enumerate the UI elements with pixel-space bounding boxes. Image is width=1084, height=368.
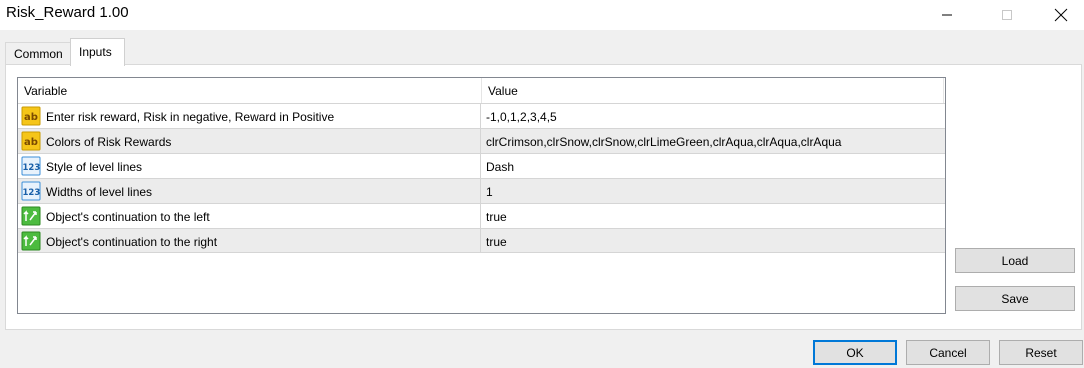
variable-label: Object's continuation to the right [46, 235, 218, 249]
close-icon [1054, 8, 1068, 22]
inputs-table: Variable Value ab Enter risk reward, Ris… [17, 77, 946, 314]
table-row[interactable]: 123 Widths of level lines 1 [18, 178, 945, 203]
variable-label: Enter risk reward, Risk in negative, Rew… [46, 110, 335, 124]
tab-inputs[interactable]: Inputs [70, 38, 125, 66]
variable-cell: Object's continuation to the right [18, 229, 481, 253]
variable-cell: ab Colors of Risk Rewards [18, 129, 481, 153]
column-header-variable[interactable]: Variable [18, 78, 482, 103]
svg-text:123: 123 [23, 163, 41, 173]
variable-cell: 123 Style of level lines [18, 154, 481, 178]
save-button[interactable]: Save [955, 286, 1075, 311]
123-number-icon: 123 [21, 156, 41, 176]
value-cell[interactable]: true [486, 235, 507, 249]
close-button[interactable] [1038, 0, 1084, 30]
minimize-icon [942, 14, 952, 16]
bool-arrow-icon [21, 206, 41, 226]
load-button[interactable]: Load [955, 248, 1075, 273]
tab-common[interactable]: Common [5, 42, 71, 65]
value-cell[interactable]: clrCrimson,clrSnow,clrSnow,clrLimeGreen,… [486, 135, 841, 149]
value-cell[interactable]: 1 [486, 185, 493, 199]
variable-label: Widths of level lines [46, 185, 153, 199]
ok-button[interactable]: OK [813, 340, 897, 365]
minimize-button[interactable] [924, 0, 970, 30]
table-row[interactable]: ab Colors of Risk Rewards clrCrimson,clr… [18, 128, 945, 153]
variable-label: Style of level lines [46, 160, 143, 174]
ab-string-icon: ab [21, 106, 41, 126]
table-header: Variable Value [18, 78, 945, 103]
123-number-icon: 123 [21, 181, 41, 201]
variable-cell: Object's continuation to the left [18, 204, 481, 228]
variable-cell: ab Enter risk reward, Risk in negative, … [18, 104, 481, 128]
svg-text:123: 123 [23, 188, 41, 198]
maximize-button[interactable] [984, 0, 1030, 30]
window-title: Risk_Reward 1.00 [6, 4, 129, 21]
ab-string-icon: ab [21, 131, 41, 151]
cancel-button[interactable]: Cancel [906, 340, 990, 365]
value-cell[interactable]: true [486, 210, 507, 224]
variable-label: Object's continuation to the left [46, 210, 210, 224]
value-cell[interactable]: -1,0,1,2,3,4,5 [486, 110, 557, 124]
bool-arrow-icon [21, 231, 41, 251]
value-cell[interactable]: Dash [486, 160, 514, 174]
reset-button[interactable]: Reset [999, 340, 1083, 365]
table-row[interactable]: Object's continuation to the right true [18, 228, 945, 253]
table-row[interactable]: 123 Style of level lines Dash [18, 153, 945, 178]
maximize-icon [1002, 10, 1012, 20]
table-row[interactable]: Object's continuation to the left true [18, 203, 945, 228]
variable-cell: 123 Widths of level lines [18, 179, 481, 203]
svg-text:ab: ab [24, 137, 38, 148]
title-bar: Risk_Reward 1.00 [0, 0, 1084, 30]
tab-strip: Common Inputs [0, 38, 1084, 66]
table-row[interactable]: ab Enter risk reward, Risk in negative, … [18, 103, 945, 128]
variable-label: Colors of Risk Rewards [46, 135, 172, 149]
svg-text:ab: ab [24, 112, 38, 123]
column-header-value[interactable]: Value [482, 78, 944, 103]
